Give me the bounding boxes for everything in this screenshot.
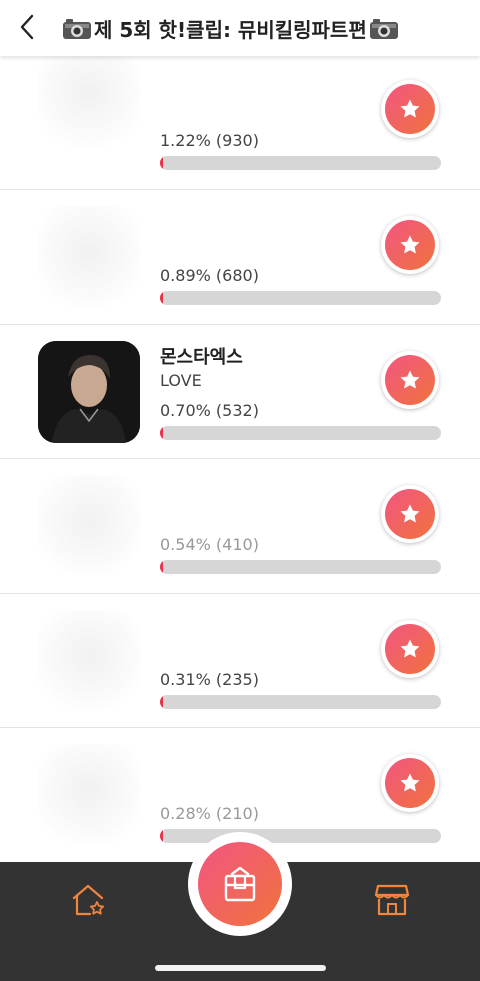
vote-button[interactable] (381, 754, 439, 812)
vote-progress-bar (160, 291, 441, 305)
vote-button-inner (385, 84, 435, 134)
title-wrap: 제 5회 핫!클립: 뮤비킬링파트편 (62, 14, 399, 43)
ranking-row: 0.54% (410) (0, 459, 480, 594)
vote-percent: 0.89% (680) (160, 266, 259, 285)
vote-percent: 0.28% (210) (160, 804, 259, 823)
artist-photo (38, 340, 140, 443)
back-button[interactable] (14, 12, 40, 42)
star-icon (400, 235, 420, 254)
vote-progress-fill (160, 156, 164, 170)
ranking-row: 몬스타엑스 LOVE 0.70% (532) (0, 324, 480, 459)
nav-store-button[interactable] (374, 882, 410, 918)
artist-thumbnail (38, 475, 140, 577)
vote-button-inner (385, 758, 435, 808)
chevron-left-icon (20, 14, 34, 40)
center-action-inner (198, 842, 282, 926)
artist-thumbnail (38, 206, 140, 308)
artist-thumbnail (38, 609, 140, 712)
nav-home-button[interactable] (70, 882, 106, 918)
artist-thumbnail[interactable] (38, 340, 140, 443)
ranking-row: 0.89% (680) (0, 190, 480, 325)
vote-button[interactable] (381, 80, 439, 138)
vote-progress-fill (160, 694, 163, 709)
home-indicator (155, 965, 326, 971)
vote-progress-fill (160, 829, 163, 843)
camera-icon (63, 18, 91, 39)
star-icon (400, 99, 420, 118)
vote-percent: 0.54% (410) (160, 535, 259, 554)
artist-thumbnail (38, 46, 140, 148)
star-icon (400, 773, 420, 792)
vote-progress-bar (160, 694, 441, 709)
box-icon (224, 866, 256, 902)
star-icon (400, 504, 420, 523)
vote-percent: 1.22% (930) (160, 131, 259, 150)
ranking-row: 0.31% (235) (0, 593, 480, 728)
vote-percent: 0.70% (532) (160, 400, 259, 420)
star-icon (400, 639, 420, 657)
vote-progress-bar (160, 560, 441, 574)
vote-percent: 0.31% (235) (160, 669, 259, 689)
vote-progress-fill (160, 560, 163, 574)
vote-progress-bar (160, 156, 441, 170)
ranking-row: 1.22% (930) (0, 46, 480, 190)
center-action-button[interactable] (188, 832, 292, 936)
ranking-list: 1.22% (930) 0.89% (680) 몬스타엑스 LOVE 0.70%… (0, 46, 480, 863)
vote-progress-bar (160, 425, 441, 440)
camera-icon (369, 18, 398, 39)
vote-progress-fill (160, 425, 163, 440)
page-title: 제 5회 핫!클립: 뮤비킬링파트편 (94, 18, 367, 42)
star-icon (400, 370, 420, 388)
vote-button-inner (385, 354, 435, 405)
vote-button[interactable] (381, 485, 439, 543)
vote-button[interactable] (381, 216, 439, 274)
app-header: 제 5회 핫!클립: 뮤비킬링파트편 (0, 0, 480, 56)
vote-button-inner (385, 489, 435, 539)
artist-thumbnail (38, 744, 140, 846)
vote-button-inner (385, 220, 435, 270)
home-star-icon (72, 884, 105, 916)
vote-button[interactable] (381, 350, 439, 409)
song-title: LOVE (160, 370, 202, 390)
artist-name: 몬스타엑스 (160, 346, 243, 368)
vote-button-inner (385, 623, 435, 674)
vote-progress-fill (160, 291, 163, 305)
vote-button[interactable] (381, 619, 439, 678)
store-icon (374, 884, 410, 916)
vote-progress-bar (160, 829, 441, 843)
